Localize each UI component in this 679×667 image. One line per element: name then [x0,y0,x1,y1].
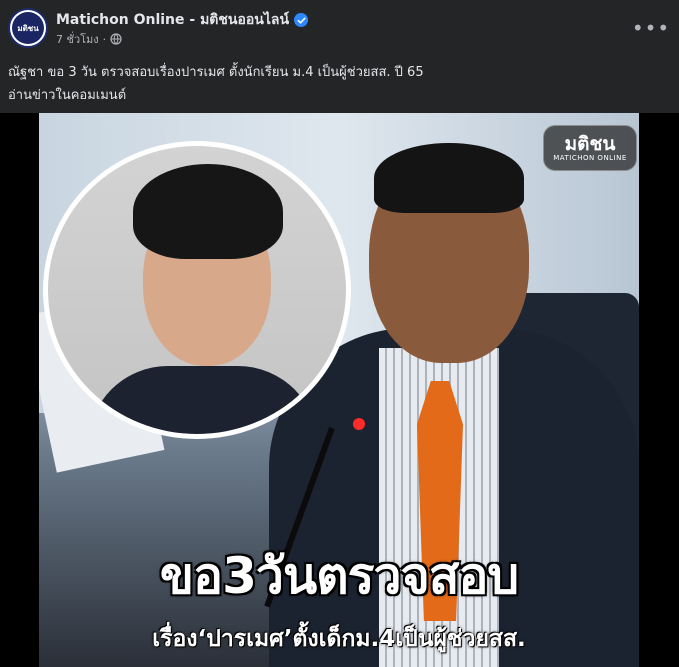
more-options-icon: ••• [631,16,671,40]
verified-badge-icon [294,13,309,27]
logo-english-text: MATICHON ONLINE [553,154,627,162]
facebook-post: มติชน Matichon Online - มติชนออนไลน์ 7 ช… [0,0,679,667]
caption-line: ณัฐชา ขอ 3 วัน ตรวจสอบเรื่องปารเมศ ตั้งน… [8,65,424,80]
avatar-logo-text: มติชน [17,23,39,33]
post-header: มติชน Matichon Online - มติชนออนไลน์ 7 ช… [0,0,679,56]
microphone-light [353,418,365,430]
post-timestamp[interactable]: 7 ชั่วโมง [56,30,99,48]
speaker-hair [374,143,524,213]
inset-portrait-photo [48,146,346,434]
caption-line: อ่านข่าวในคอมเมนต์ [8,88,127,103]
more-options-button[interactable]: ••• [632,14,669,42]
post-meta: 7 ชั่วโมง · [56,30,122,48]
inset-hair [133,164,283,259]
page-avatar[interactable]: มติชน [8,8,48,48]
inset-shirt [88,366,318,434]
checkmark-icon [297,17,306,24]
inset-portrait [43,141,351,439]
page-name-link[interactable]: Matichon Online - มติชนออนไลน์ [56,9,289,31]
meta-separator: · [102,32,107,46]
post-caption: ณัฐชา ขอ 3 วัน ตรวจสอบเรื่องปารเมศ ตั้งน… [8,61,668,107]
matichon-logo: มติชน MATICHON ONLINE [543,125,637,171]
news-photo[interactable]: มติชน MATICHON ONLINE ขอ3วันตรวจสอบ เรื่… [39,113,639,667]
image-headline: ขอ3วันตรวจสอบ [159,547,519,605]
image-subheadline: เรื่อง‘ปารเมศ’ตั้งเด็กม.4เป็นผู้ช่วยสส. [152,626,526,652]
globe-icon[interactable] [110,33,122,45]
post-media[interactable]: มติชน MATICHON ONLINE ขอ3วันตรวจสอบ เรื่… [0,113,679,667]
avatar-logo: มติชน [12,12,44,44]
page-name-row: Matichon Online - มติชนออนไลน์ [56,9,309,31]
logo-thai-text: มติชน [564,133,616,155]
